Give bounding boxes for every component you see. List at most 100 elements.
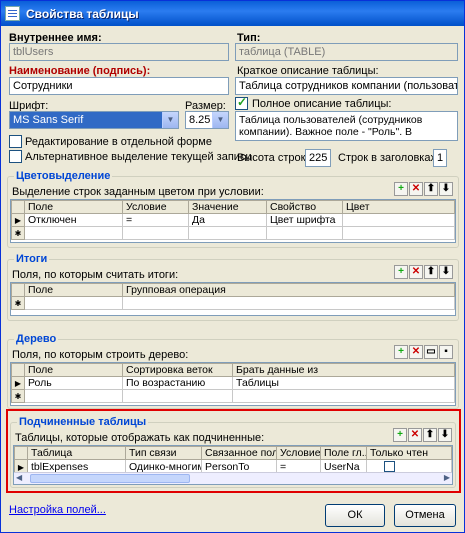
type-field: таблица (TABLE) <box>235 43 458 61</box>
scrollbar-thumb[interactable] <box>30 474 190 483</box>
subtables-title: Подчиненные таблицы <box>17 416 149 428</box>
arrow-down-icon[interactable]: ⬇ <box>438 428 452 442</box>
delete-icon[interactable]: ✕ <box>409 345 423 359</box>
table-row[interactable]: ▶ Отключен = Да Цвет шрифта <box>11 213 455 227</box>
arrow-down-icon[interactable]: ⬇ <box>439 182 453 196</box>
table-cell[interactable]: Отключен <box>24 213 123 227</box>
coloring-title: Цветовыделение <box>14 170 113 182</box>
arrow-down-icon[interactable]: ⬇ <box>439 265 453 279</box>
new-row[interactable]: ✱ <box>11 296 455 310</box>
new-row[interactable]: ✱ <box>11 389 455 403</box>
column-header[interactable]: Брать данные из <box>232 363 455 377</box>
add-icon[interactable]: + <box>393 428 407 442</box>
chevron-down-icon[interactable]: ▼ <box>162 112 178 128</box>
add-icon[interactable]: + <box>394 265 408 279</box>
arrow-up-icon[interactable]: ⬆ <box>424 182 438 196</box>
add-icon[interactable]: + <box>394 345 408 359</box>
column-header[interactable]: Только чтен <box>366 446 452 460</box>
table-row[interactable]: ▶ Роль По возрастанию Таблицы <box>11 376 455 390</box>
font-value: MS Sans Serif <box>13 114 84 126</box>
column-header[interactable]: Цвет <box>342 200 455 214</box>
caption-label: Наименование (подпись): <box>9 65 151 77</box>
edit-separate-label: Редактирование в отдельной форме <box>25 136 212 148</box>
field-settings-link[interactable]: Настройка полей... <box>9 504 106 516</box>
column-header[interactable]: Тип связи <box>125 446 202 460</box>
column-header[interactable]: Поле гл... <box>320 446 367 460</box>
save-icon[interactable]: ▪ <box>439 345 453 359</box>
horizontal-scrollbar[interactable]: ◀ ▶ <box>14 472 452 484</box>
size-select[interactable]: 8.25 ▼ <box>185 111 229 129</box>
row-pointer-icon: ▶ <box>11 213 25 227</box>
properties-window: Свойства таблицы Внутреннее имя: tblUser… <box>0 0 465 533</box>
table-cell[interactable]: = <box>122 213 189 227</box>
chevron-down-icon[interactable]: ▼ <box>212 112 228 128</box>
cancel-button[interactable]: Отмена <box>394 504 456 527</box>
asterisk-icon: ✱ <box>11 389 25 403</box>
totals-grid[interactable]: Поле Групповая операция ✱ <box>10 282 456 316</box>
asterisk-icon: ✱ <box>11 296 25 310</box>
short-desc-label: Краткое описание таблицы: <box>237 65 379 77</box>
scroll-left-icon[interactable]: ◀ <box>16 473 22 482</box>
arrow-up-icon[interactable]: ⬆ <box>424 265 438 279</box>
delete-icon[interactable]: ✕ <box>408 428 422 442</box>
new-row[interactable]: ✱ <box>11 226 455 240</box>
title-bar: Свойства таблицы <box>1 1 464 26</box>
add-icon[interactable]: + <box>394 182 408 196</box>
readonly-checkbox[interactable] <box>384 461 395 472</box>
tree-desc: Поля, по которым строить дерево: <box>12 349 189 361</box>
delete-icon[interactable]: ✕ <box>409 182 423 196</box>
tree-group: Дерево Поля, по которым строить дерево: … <box>7 333 459 409</box>
scroll-right-icon[interactable]: ▶ <box>444 473 450 482</box>
row-height-label: Высота строк: <box>237 152 309 164</box>
totals-group: Итоги Поля, по которым считать итоги: + … <box>7 253 459 321</box>
table-cell[interactable]: Таблицы <box>232 376 455 390</box>
internal-name-field: tblUsers <box>9 43 229 61</box>
tree-title: Дерево <box>14 333 59 345</box>
coloring-desc: Выделение строк заданным цветом при усло… <box>12 186 264 198</box>
column-header[interactable]: Поле <box>24 363 123 377</box>
table-cell[interactable]: По возрастанию <box>122 376 233 390</box>
subtables-grid[interactable]: Таблица Тип связи Связанное поле Условие… <box>13 445 453 485</box>
table-cell[interactable]: Да <box>188 213 267 227</box>
caption-input[interactable]: Сотрудники <box>9 77 229 95</box>
full-desc-label: Полное описание таблицы: <box>252 98 392 110</box>
column-header[interactable]: Условие <box>276 446 321 460</box>
tree-grid[interactable]: Поле Сортировка веток Брать данные из ▶ … <box>10 362 456 406</box>
column-header[interactable]: Сортировка веток <box>122 363 233 377</box>
full-desc-checkbox[interactable] <box>235 95 248 110</box>
header-rows-input[interactable]: 1 <box>433 149 447 167</box>
table-cell[interactable] <box>342 213 455 227</box>
edit-separate-checkbox[interactable] <box>9 135 22 148</box>
folder-open-icon[interactable]: ▭ <box>424 345 438 359</box>
column-header[interactable]: Поле <box>24 283 123 297</box>
arrow-up-icon[interactable]: ⬆ <box>423 428 437 442</box>
row-pointer-icon: ▶ <box>11 376 25 390</box>
coloring-grid[interactable]: Поле Условие Значение Свойство Цвет ▶ От… <box>10 199 456 243</box>
full-desc-textarea[interactable]: Таблица пользователей (сотрудников компа… <box>235 111 458 141</box>
ok-button[interactable]: ОК <box>325 504 385 527</box>
coloring-group: Цветовыделение Выделение строк заданным … <box>7 170 459 248</box>
column-header[interactable]: Значение <box>188 200 267 214</box>
subtables-group: Подчиненные таблицы Таблицы, которые ото… <box>10 416 456 488</box>
delete-icon[interactable]: ✕ <box>409 265 423 279</box>
column-header[interactable]: Таблица <box>27 446 126 460</box>
totals-desc: Поля, по которым считать итоги: <box>12 269 179 281</box>
alt-select-checkbox[interactable] <box>9 150 22 163</box>
table-cell[interactable]: Цвет шрифта <box>266 213 343 227</box>
subtables-desc: Таблицы, которые отображать как подчинен… <box>15 432 265 444</box>
column-header[interactable]: Групповая операция <box>122 283 455 297</box>
row-height-input[interactable]: 225 <box>305 149 331 167</box>
column-header[interactable]: Свойство <box>266 200 343 214</box>
alt-select-label: Альтернативное выделение текущей записи <box>25 151 252 163</box>
short-desc-input[interactable]: Таблица сотрудников компании (пользовате… <box>235 77 458 95</box>
window-title: Свойства таблицы <box>26 6 139 21</box>
totals-title: Итоги <box>14 253 50 265</box>
asterisk-icon: ✱ <box>11 226 25 240</box>
column-header[interactable]: Условие <box>122 200 189 214</box>
column-header[interactable]: Поле <box>24 200 123 214</box>
size-value: 8.25 <box>189 114 211 126</box>
header-rows-label: Строк в заголовках: <box>338 152 440 164</box>
table-cell[interactable]: Роль <box>24 376 123 390</box>
font-select[interactable]: MS Sans Serif ▼ <box>9 111 179 129</box>
column-header[interactable]: Связанное поле <box>201 446 277 460</box>
